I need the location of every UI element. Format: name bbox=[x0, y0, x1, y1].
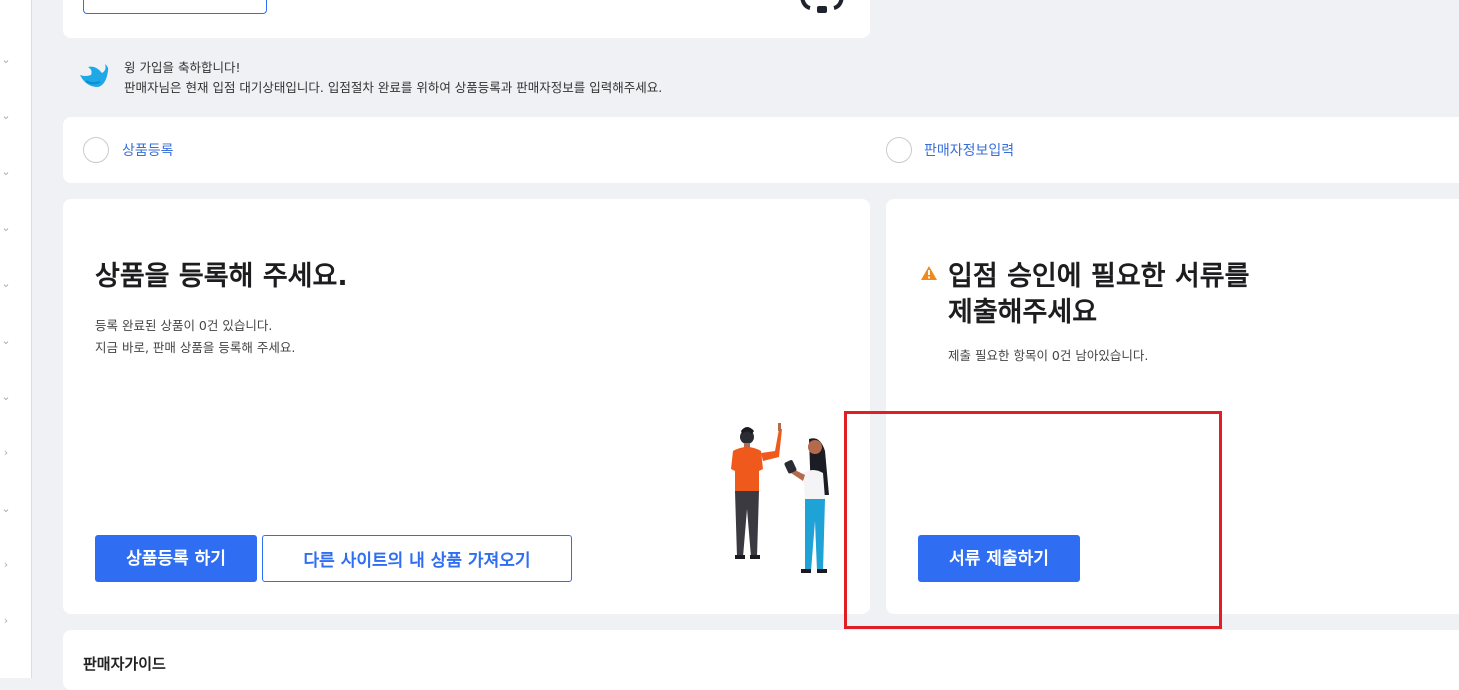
onboarding-steps: 상품등록 판매자정보입력 bbox=[63, 117, 1459, 183]
bird-icon bbox=[80, 64, 109, 87]
chevron-down-icon[interactable]: ⌄ bbox=[0, 335, 12, 347]
step-label-seller-info[interactable]: 판매자정보입력 bbox=[924, 140, 1014, 160]
product-register-card: 상품을 등록해 주세요. 등록 완료된 상품이 0건 있습니다. 지금 바로, … bbox=[63, 199, 870, 614]
chevron-down-icon[interactable]: ⌄ bbox=[0, 222, 12, 234]
headset-icon bbox=[800, 0, 844, 13]
top-card bbox=[63, 0, 870, 38]
chevron-down-icon[interactable]: ⌄ bbox=[0, 503, 12, 515]
seller-guide-title: 판매자가이드 bbox=[83, 655, 166, 673]
top-outline-button[interactable] bbox=[83, 0, 267, 14]
warning-icon bbox=[921, 266, 937, 280]
welcome-title: 윙 가입을 축하합니다! bbox=[124, 60, 241, 75]
sidebar-rail: ⌄ ⌄ ⌄ ⌄ ⌄ ⌄ ⌄ › ⌄ › › bbox=[0, 0, 32, 678]
chevron-down-icon[interactable]: ⌄ bbox=[0, 278, 12, 290]
welcome-message: 판매자님은 현재 입점 대기상태입니다. 입점절차 완료를 위하여 상품등록과 … bbox=[124, 80, 663, 95]
docs-card-title-line1: 입점 승인에 필요한 서류를 bbox=[948, 261, 1250, 292]
chevron-right-icon[interactable]: › bbox=[0, 447, 12, 459]
chevron-down-icon[interactable]: ⌄ bbox=[0, 166, 12, 178]
seller-guide-card: 판매자가이드 bbox=[63, 630, 1459, 690]
docs-card-desc: 제출 필요한 항목이 0건 남아있습니다. bbox=[948, 348, 1149, 363]
submit-documents-button[interactable]: 서류 제출하기 bbox=[918, 535, 1080, 582]
import-products-button[interactable]: 다른 사이트의 내 상품 가져오기 bbox=[262, 535, 572, 582]
documents-card: 입점 승인에 필요한 서류를 제출해주세요 제출 필요한 항목이 0건 남아있습… bbox=[886, 199, 1459, 614]
chevron-right-icon[interactable]: › bbox=[0, 615, 12, 627]
product-card-title: 상품을 등록해 주세요. bbox=[95, 261, 348, 292]
chevron-right-icon[interactable]: › bbox=[0, 559, 12, 571]
step-check-product[interactable] bbox=[83, 137, 109, 163]
chevron-down-icon[interactable]: ⌄ bbox=[0, 54, 12, 66]
register-product-button[interactable]: 상품등록 하기 bbox=[95, 535, 257, 582]
product-card-desc-line1: 등록 완료된 상품이 0건 있습니다. bbox=[95, 318, 273, 333]
product-card-desc-line2: 지금 바로, 판매 상품을 등록해 주세요. bbox=[95, 340, 296, 355]
step-check-seller-info[interactable] bbox=[886, 137, 912, 163]
chevron-down-icon[interactable]: ⌄ bbox=[0, 110, 12, 122]
step-label-product[interactable]: 상품등록 bbox=[122, 140, 174, 160]
chevron-down-icon[interactable]: ⌄ bbox=[0, 391, 12, 403]
docs-card-title-line2: 제출해주세요 bbox=[948, 297, 1098, 328]
people-illustration bbox=[731, 423, 829, 573]
